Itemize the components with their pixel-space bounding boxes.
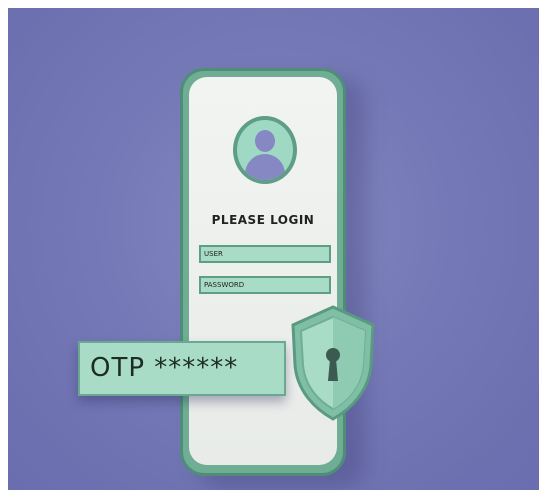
login-title: PLEASE LOGIN <box>211 213 315 227</box>
avatar-body <box>245 154 285 180</box>
user-avatar-icon <box>233 116 297 184</box>
shield-lock-icon <box>291 305 375 421</box>
user-field[interactable]: USER <box>199 245 331 263</box>
password-field[interactable]: PASSWORD <box>199 276 331 294</box>
otp-field[interactable]: OTP ****** <box>78 341 286 396</box>
avatar-head <box>255 130 275 152</box>
scene-background: PLEASE LOGIN USER PASSWORD OTP ****** <box>8 8 539 490</box>
